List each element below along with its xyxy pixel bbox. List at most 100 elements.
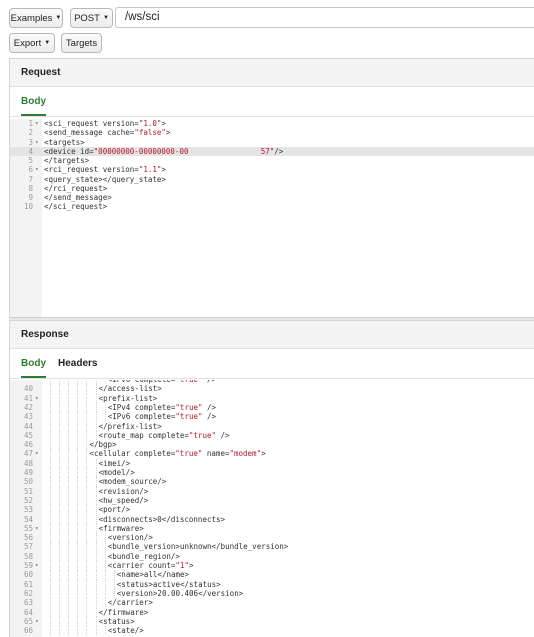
indent-guide <box>77 477 79 487</box>
targets-label: Targets <box>65 37 98 49</box>
export-button[interactable]: Export ▼ <box>9 33 55 53</box>
fold-toggle-icon[interactable]: ▾ <box>35 561 39 570</box>
code-text: <name>all</name> <box>116 570 190 580</box>
indent-guide <box>59 579 61 589</box>
line-number: 61 <box>23 579 33 589</box>
fold-toggle-icon[interactable]: ▾ <box>35 524 39 533</box>
line-number: 44 <box>23 421 33 431</box>
indent-guide <box>77 542 79 552</box>
method-dropdown[interactable]: POST ▼ <box>70 8 113 28</box>
line-number: 64 <box>23 607 33 617</box>
caret-down-icon: ▼ <box>44 40 51 46</box>
indent-guide <box>50 393 51 403</box>
code-text: <firmware> <box>98 523 144 533</box>
code-line: 52 <hw_speed/> <box>10 495 534 506</box>
indent-guide <box>50 421 51 431</box>
line-number: 51 <box>23 486 33 496</box>
indent-guide <box>68 616 70 627</box>
response-editor[interactable]: <IPv6 complete="true" /> 40 </access-list>… <box>10 380 534 637</box>
line-number: 6 <box>28 165 33 175</box>
code-line: 44 </prefix-list> <box>10 421 534 431</box>
tab-request-body[interactable]: Body <box>21 87 46 116</box>
code-line: 2 <send_message cache="false"> <box>10 128 534 137</box>
indent-guide <box>95 505 97 515</box>
code-text: </bgp> <box>89 440 117 450</box>
line-number: 42 <box>23 402 33 412</box>
indent-guide <box>68 551 70 561</box>
indent-guide <box>77 421 79 431</box>
indent-guide <box>86 393 88 403</box>
examples-button[interactable]: Examples ▼ <box>9 8 63 28</box>
code-line: 66 <state/> <box>10 626 534 636</box>
code-text: <device id="00000000-00000000-00 57"/> <box>44 146 284 156</box>
fold-toggle-icon[interactable]: ▾ <box>35 138 39 147</box>
indent-guide <box>59 588 61 599</box>
indent-guide <box>77 449 79 459</box>
indent-guide <box>95 477 97 487</box>
fold-toggle-icon[interactable]: ▾ <box>35 165 39 174</box>
code-text: <version>20.00.406</version> <box>116 588 244 598</box>
fold-toggle-icon[interactable]: ▾ <box>35 394 39 403</box>
code-line: 10 </sci_request> <box>10 202 534 211</box>
indent-guide <box>68 588 70 599</box>
code-text: <query_state></query_state> <box>44 174 166 184</box>
indent-guide <box>77 514 79 524</box>
indent-guide <box>68 514 70 524</box>
code-line: 61 <status>active</status> <box>10 579 534 589</box>
tab-response-headers[interactable]: Headers <box>58 349 97 378</box>
indent-guide <box>86 523 88 534</box>
indent-guide <box>95 514 97 524</box>
indent-guide <box>104 598 106 608</box>
caret-down-icon: ▼ <box>102 15 109 21</box>
request-editor[interactable]: 1 ▾ <sci_request version="1.0"> 2 <send_mess… <box>10 119 534 319</box>
indent-guide <box>50 449 51 459</box>
tab-response-body[interactable]: Body <box>21 349 46 378</box>
code-text: <port/> <box>98 505 131 515</box>
targets-button[interactable]: Targets <box>61 33 102 53</box>
code-text: <status> <box>98 616 135 626</box>
response-header: Response <box>10 321 534 349</box>
indent-guide <box>68 440 70 450</box>
indent-guide <box>86 402 88 413</box>
indent-guide <box>86 430 88 441</box>
code-line: 46 </bgp> <box>10 440 534 450</box>
indent-guide <box>68 458 70 468</box>
code-line: 49 <model/> <box>10 468 534 478</box>
indent-guide <box>86 579 88 589</box>
code-line: 60 <name>all</name> <box>10 570 534 580</box>
fold-toggle-icon[interactable]: ▾ <box>35 617 39 626</box>
indent-guide <box>77 570 79 580</box>
indent-guide <box>59 514 61 524</box>
indent-guide <box>59 421 61 431</box>
fold-toggle-icon[interactable]: ▾ <box>35 119 39 128</box>
line-number: 66 <box>23 626 33 636</box>
indent-guide <box>68 486 70 496</box>
indent-guide <box>50 486 51 496</box>
line-number: 40 <box>23 384 33 394</box>
indent-guide <box>50 616 51 627</box>
code-text: <prefix-list> <box>98 393 158 403</box>
indent-guide <box>113 579 115 589</box>
code-line: 45 <route_map complete="true" /> <box>10 430 534 441</box>
code-line: 63 </carrier> <box>10 598 534 608</box>
code-line: 64 </firmware> <box>10 607 534 617</box>
response-tabs: Body Headers <box>10 349 534 379</box>
code-text: <rci_request version="1.1"> <box>44 165 166 175</box>
indent-guide <box>68 533 70 543</box>
indent-guide <box>95 495 97 506</box>
code-text: <cellular complete="true" name="modem"> <box>89 449 266 459</box>
indent-guide <box>95 607 97 617</box>
indent-guide <box>77 430 79 441</box>
url-input[interactable]: /ws/sci <box>115 7 534 28</box>
fold-toggle-icon[interactable]: ▾ <box>35 449 39 458</box>
code-text: </targets> <box>44 156 90 165</box>
indent-guide <box>50 412 51 422</box>
indent-guide <box>50 551 51 561</box>
indent-guide <box>77 402 79 413</box>
indent-guide <box>59 477 61 487</box>
indent-guide <box>50 514 51 524</box>
indent-guide <box>77 393 79 403</box>
line-number: 10 <box>23 202 33 212</box>
indent-guide <box>95 542 97 552</box>
indent-guide <box>50 579 51 589</box>
